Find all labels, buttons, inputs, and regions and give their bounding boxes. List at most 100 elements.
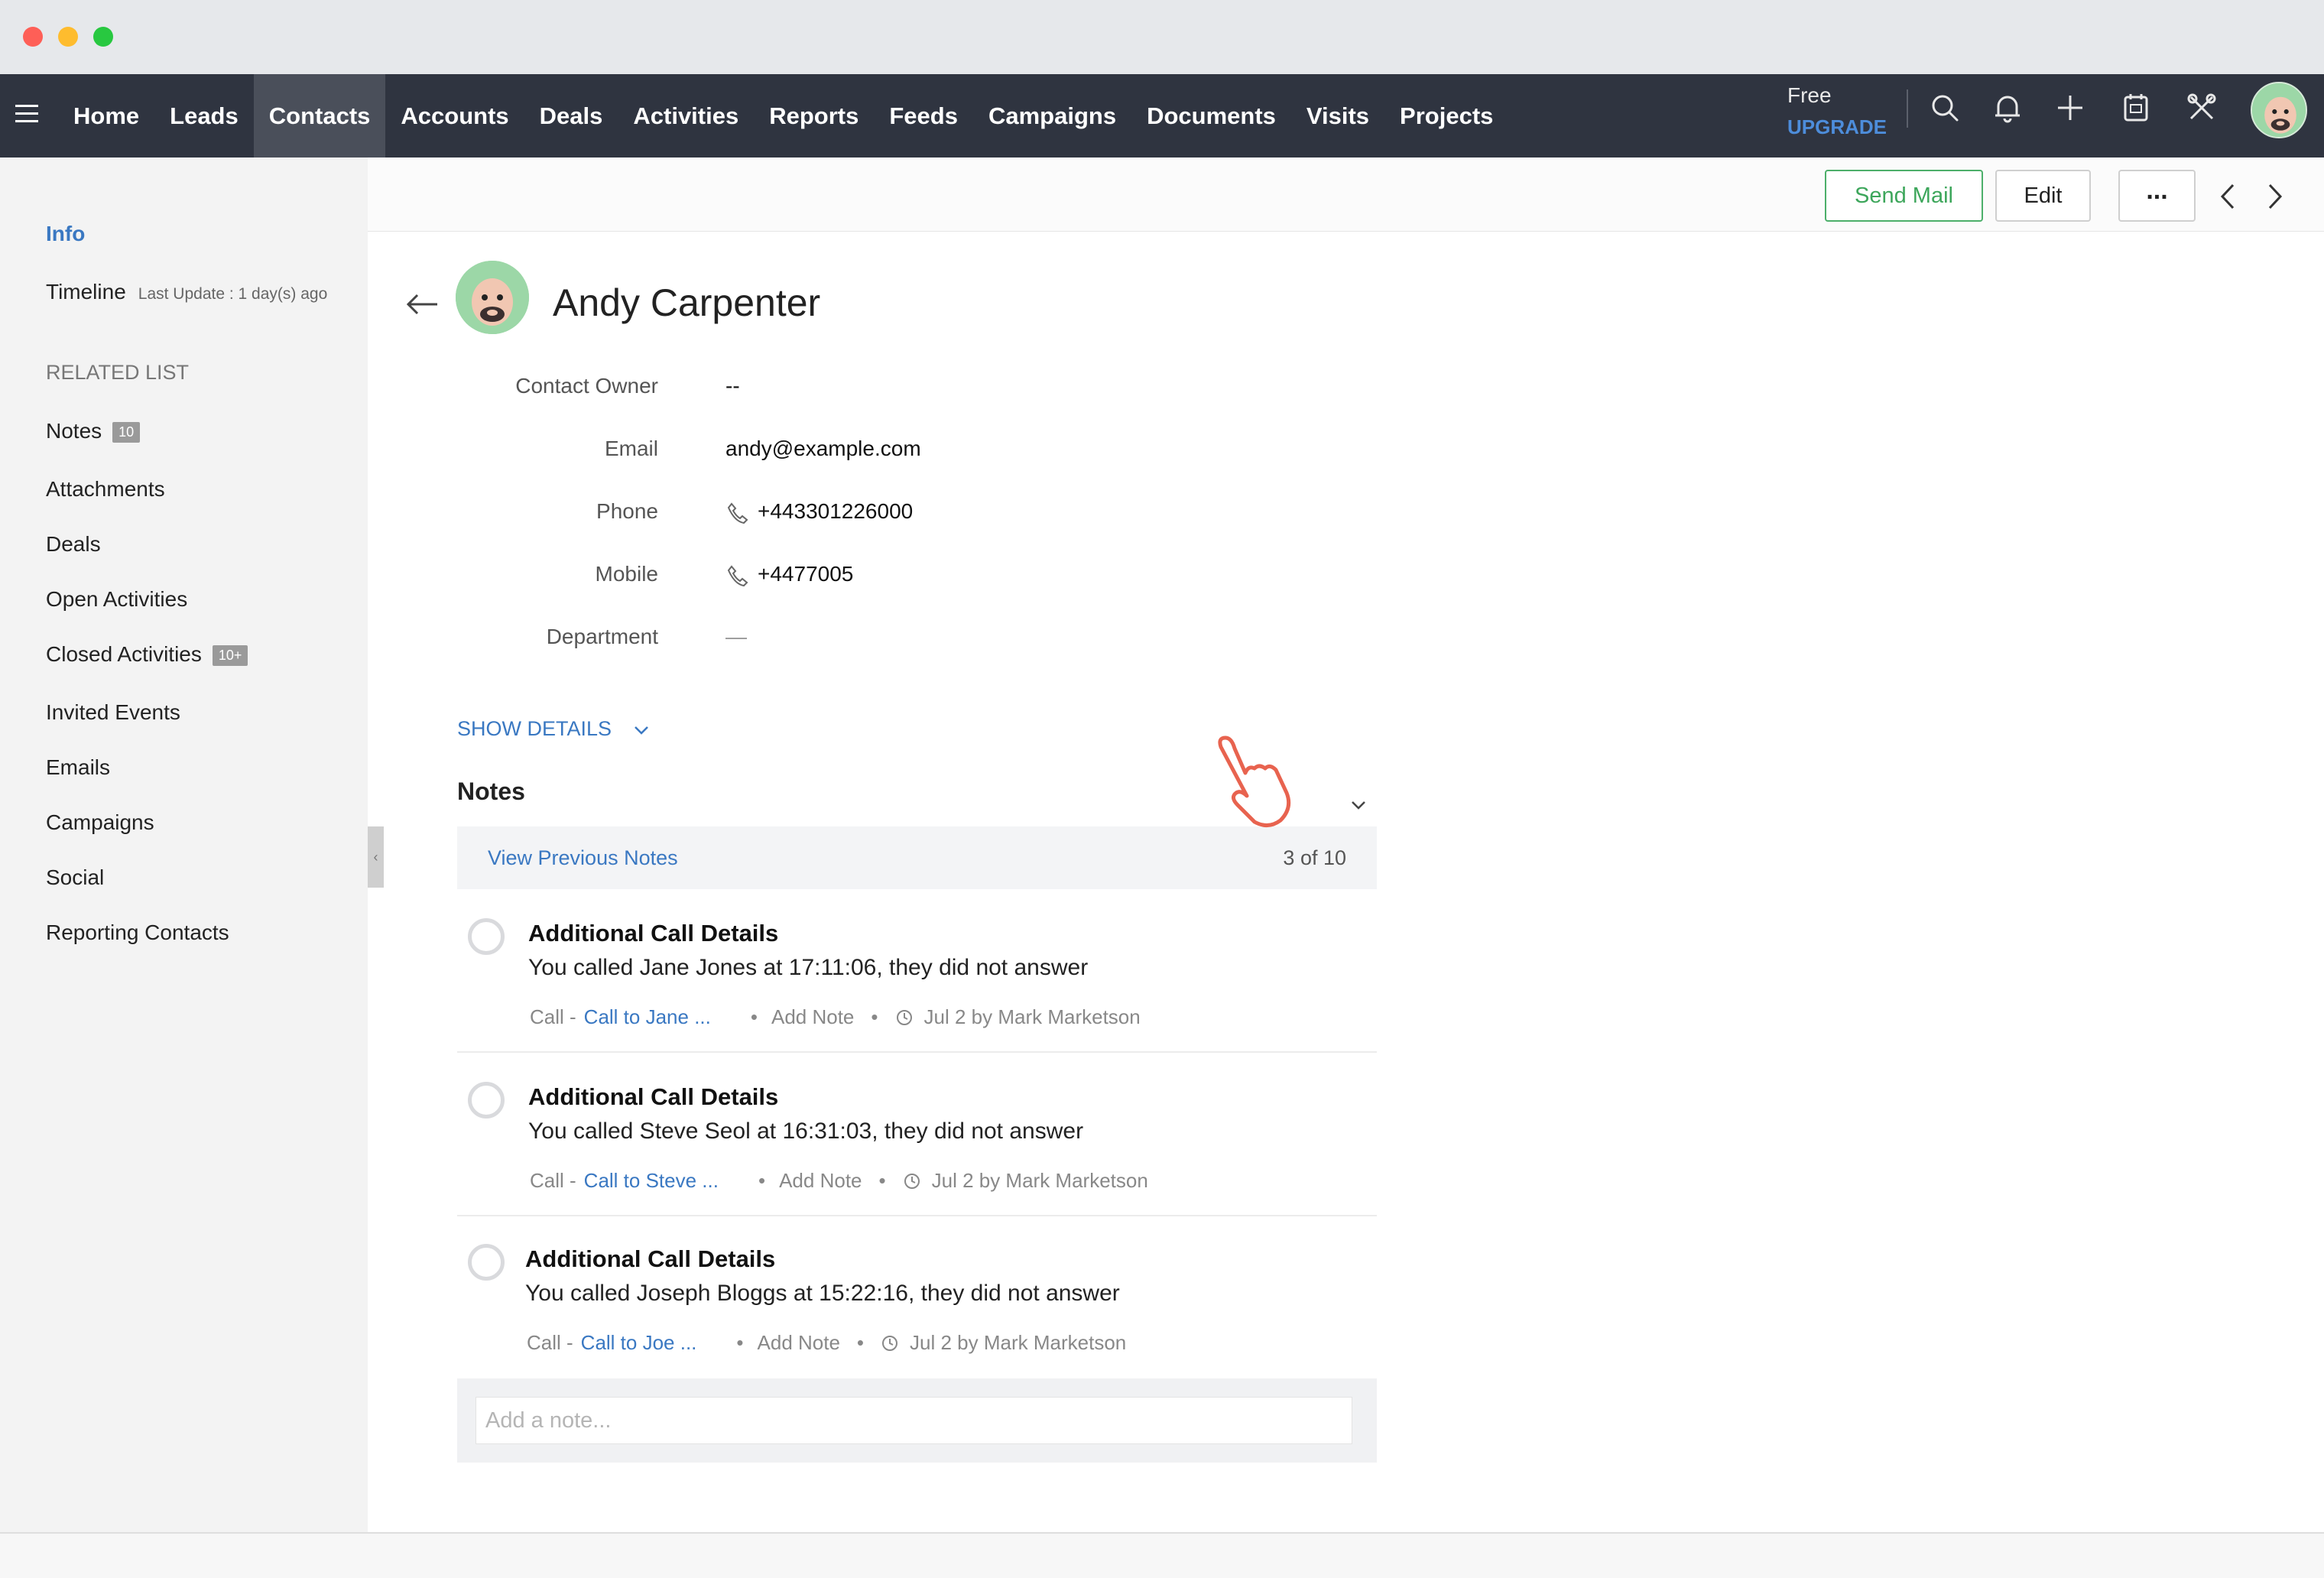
calendar-icon[interactable] (2119, 91, 2153, 125)
field-value-department[interactable]: — (725, 625, 747, 649)
upgrade-link[interactable]: UPGRADE (1787, 115, 1887, 139)
minimize-window-button[interactable] (58, 27, 78, 47)
field-value-email[interactable]: andy@example.com (725, 437, 921, 461)
field-value-contact-owner[interactable]: -- (725, 374, 740, 398)
nav-tab-documents[interactable]: Documents (1131, 74, 1291, 157)
nav-tab-leads[interactable]: Leads (154, 74, 254, 157)
sidebar-item-label: Attachments (46, 477, 165, 501)
nav-tab-accounts[interactable]: Accounts (385, 74, 524, 157)
user-avatar[interactable] (2251, 82, 2307, 138)
sidebar-item-invited-events[interactable]: Invited Events (46, 700, 180, 725)
sidebar-info[interactable]: Info (46, 222, 85, 246)
contact-avatar (456, 261, 529, 334)
show-details-toggle[interactable]: SHOW DETAILS (457, 717, 650, 741)
add-note-link[interactable]: Add Note (771, 1005, 854, 1029)
clock-icon (904, 1173, 920, 1189)
close-window-button[interactable] (23, 27, 43, 47)
add-note-link[interactable]: Add Note (779, 1169, 862, 1193)
more-actions-button[interactable]: ... (2118, 170, 2196, 222)
note-type: Call - (527, 1331, 573, 1354)
sidebar-item-social[interactable]: Social (46, 865, 104, 890)
note-title: Additional Call Details (528, 920, 779, 946)
contact-name: Andy Carpenter (553, 281, 821, 324)
window-bottom-bar (0, 1532, 2324, 1578)
note-type: Call - (530, 1005, 576, 1028)
sidebar-item-label: Campaigns (46, 810, 154, 834)
sidebar-item-label: Deals (46, 532, 101, 556)
nav-tab-home[interactable]: Home (58, 74, 154, 157)
phone-icon[interactable] (725, 563, 750, 588)
add-note-box (457, 1378, 1377, 1463)
note-author-avatar (468, 1082, 505, 1119)
phone-icon[interactable] (725, 501, 750, 525)
nav-tab-visits[interactable]: Visits (1291, 74, 1384, 157)
maximize-window-button[interactable] (93, 27, 113, 47)
chevron-down-icon[interactable] (1349, 799, 1368, 811)
sidebar-item-label: Closed Activities (46, 642, 202, 666)
sidebar-item-open-activities[interactable]: Open Activities (46, 587, 187, 612)
edit-button[interactable]: Edit (1995, 170, 2091, 222)
nav-tab-activities[interactable]: Activities (618, 74, 754, 157)
sidebar-item-label: Notes (46, 419, 102, 443)
sidebar-item-emails[interactable]: Emails (46, 755, 110, 780)
plus-icon[interactable] (2053, 91, 2087, 125)
window-titlebar (0, 0, 2324, 74)
sidebar-item-label: Emails (46, 755, 111, 779)
add-note-input[interactable] (476, 1397, 1352, 1444)
left-sidebar: Info Timeline Last Update : 1 day(s) ago … (0, 157, 368, 1532)
phone-number[interactable]: +443301226000 (758, 499, 913, 523)
note-body: You called Steve Seol at 16:31:03, they … (528, 1119, 1084, 1144)
view-previous-notes-link[interactable]: View Previous Notes (488, 846, 678, 870)
note-meta: Call - Call to Joe ... • Add Note • Jul … (527, 1331, 1126, 1355)
back-arrow-icon[interactable] (404, 285, 442, 323)
tools-icon[interactable] (2185, 91, 2219, 125)
note-related-link[interactable]: Call to Steve ... (584, 1169, 719, 1193)
nav-tab-projects[interactable]: Projects (1384, 74, 1508, 157)
sidebar-item-reporting-contacts[interactable]: Reporting Contacts (46, 920, 229, 945)
next-record-icon[interactable] (2259, 179, 2290, 214)
note-item: Additional Call Details You called Steve… (457, 1053, 1377, 1216)
bell-icon[interactable] (1991, 91, 2024, 125)
avatar-face-icon (456, 261, 529, 334)
mobile-number[interactable]: +4477005 (758, 562, 853, 586)
sidebar-item-label: Open Activities (46, 587, 188, 611)
note-author-avatar (468, 1244, 505, 1281)
menu-icon[interactable] (15, 105, 38, 128)
field-label-department: Department (546, 625, 658, 648)
sidebar-timeline[interactable]: Timeline Last Update : 1 day(s) ago (46, 280, 327, 304)
sidebar-item-notes[interactable]: Notes 10 (46, 419, 141, 443)
search-icon[interactable] (1928, 91, 1962, 125)
add-note-link[interactable]: Add Note (758, 1331, 840, 1355)
note-related-link[interactable]: Call to Joe ... (581, 1331, 697, 1355)
related-list-heading: RELATED LIST (46, 361, 190, 384)
previous-record-icon[interactable] (2213, 179, 2244, 214)
note-item: Additional Call Details You called Josep… (457, 1215, 1377, 1378)
record-toolbar: Send Mail Edit ... (368, 157, 2324, 232)
closed-activities-badge: 10+ (212, 645, 248, 667)
send-mail-button[interactable]: Send Mail (1825, 170, 1983, 222)
avatar-face-icon (2252, 83, 2306, 137)
field-label-mobile: Mobile (595, 562, 658, 586)
field-value-mobile[interactable]: +4477005 (725, 562, 853, 588)
sidebar-item-label: Invited Events (46, 700, 180, 724)
sidebar-item-closed-activities[interactable]: Closed Activities 10+ (46, 642, 248, 667)
nav-tab-feeds[interactable]: Feeds (874, 74, 973, 157)
nav-tab-reports[interactable]: Reports (754, 74, 874, 157)
nav-tab-campaigns[interactable]: Campaigns (973, 74, 1131, 157)
sidebar-item-attachments[interactable]: Attachments (46, 477, 165, 502)
nav-tab-deals[interactable]: Deals (524, 74, 618, 157)
nav-tabs: Home Leads Contacts Accounts Deals Activ… (58, 74, 1508, 157)
note-meta: Call - Call to Jane ... • Add Note • Jul… (530, 1005, 1141, 1029)
sidebar-item-campaigns[interactable]: Campaigns (46, 810, 154, 835)
show-details-label: SHOW DETAILS (457, 717, 612, 740)
note-body: You called Joseph Bloggs at 15:22:16, th… (525, 1281, 1120, 1306)
sidebar-item-deals[interactable]: Deals (46, 532, 101, 557)
meta-separator: • (878, 1169, 886, 1192)
field-value-phone[interactable]: +443301226000 (725, 499, 913, 525)
sidebar-timeline-label: Timeline (46, 280, 126, 304)
note-related-link[interactable]: Call to Jane ... (584, 1005, 711, 1029)
meta-separator: • (736, 1331, 744, 1354)
plan-label: Free (1787, 83, 1832, 107)
nav-tab-contacts[interactable]: Contacts (253, 74, 386, 157)
clock-icon (882, 1335, 898, 1351)
